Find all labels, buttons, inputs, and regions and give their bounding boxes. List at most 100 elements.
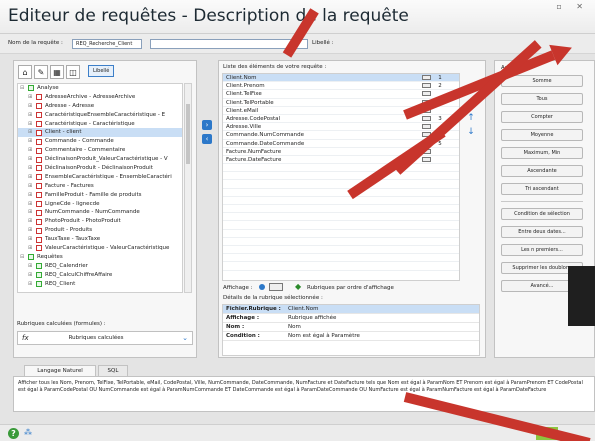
tree-item[interactable]: ⊞ Commentaire - Commentaire xyxy=(18,146,182,155)
element-name: Client.TelFixe xyxy=(226,91,262,98)
expand-icon[interactable]: ⊞ xyxy=(28,235,33,244)
tree-item-label: EnsembleCaractéristique - EnsembleCaract… xyxy=(45,173,172,180)
expand-icon[interactable]: ⊞ xyxy=(28,164,33,173)
display-checkbox-icon[interactable] xyxy=(419,123,433,130)
display-checkbox-icon[interactable] xyxy=(419,82,433,89)
tree-item[interactable]: ⊞ Client - client xyxy=(18,128,182,138)
action-button[interactable]: Compter xyxy=(501,111,583,123)
element-row[interactable]: Adresse.Ville xyxy=(223,123,459,132)
expand-icon[interactable]: ⊞ xyxy=(28,155,33,164)
add-item-button[interactable]: › xyxy=(202,120,212,130)
tab-sql[interactable]: SQL xyxy=(98,365,128,376)
expand-icon[interactable]: ⊞ xyxy=(28,93,33,102)
table-icon[interactable]: ✎ xyxy=(34,65,48,79)
tree-item[interactable]: ⊞ EnsembleCaractéristique - EnsembleCarac… xyxy=(18,173,182,182)
element-row[interactable]: Client.Nom 1 xyxy=(223,74,459,83)
window-controls[interactable]: ▫ ✕ xyxy=(556,2,589,11)
detail-value[interactable]: Nom est égal à Paramètre xyxy=(285,332,479,340)
expand-icon[interactable]: ⊞ xyxy=(28,146,33,155)
tree-item[interactable]: ⊞ LigneCde - lignecde xyxy=(18,200,182,209)
tree-item[interactable]: ⊞ DéclinaisonProduit_ValeurCaractéristiqu… xyxy=(18,155,182,164)
calc-dropdown[interactable]: fx Rubriques calculées ⌄ xyxy=(17,331,193,345)
tree-item[interactable]: ⊞ ValeurCaractéristique - ValeurCaractéri… xyxy=(18,244,182,253)
tree-item-label: FamilleProduit - Famille de produits xyxy=(45,191,142,198)
affichage-radio[interactable] xyxy=(259,284,265,290)
expand-icon[interactable]: ⊞ xyxy=(28,226,33,235)
table-icon xyxy=(36,147,42,154)
tree-item[interactable]: ⊞ AdresseArchive - AdresseArchive xyxy=(18,93,182,102)
tree-item[interactable]: ⊞ CaractéristiqueEnsembleCaractéristique … xyxy=(18,111,182,120)
tree-scrollbar[interactable] xyxy=(184,83,192,293)
display-order-icon[interactable] xyxy=(269,283,283,291)
tree-item[interactable]: ⊞ PhotoProduit - PhotoProduit xyxy=(18,217,182,226)
tree-item[interactable]: ⊞ REQ_Client xyxy=(18,280,182,289)
expand-icon[interactable]: ⊞ xyxy=(28,102,33,111)
tree-item[interactable]: ⊟ Analyse xyxy=(18,84,182,93)
move-up-icon[interactable]: ↑ xyxy=(466,113,476,123)
expand-icon[interactable]: ⊞ xyxy=(28,137,33,146)
tab-natural-language[interactable]: Langage Naturel xyxy=(24,365,96,376)
affichage-value[interactable]: Rubriques par ordre d'affichage xyxy=(307,285,394,291)
remove-item-button[interactable]: ‹ xyxy=(202,134,212,144)
action-button[interactable]: Condition de sélection xyxy=(501,208,583,220)
tree-item[interactable]: ⊞ Adresse - Adresse xyxy=(18,102,182,111)
display-checkbox-icon[interactable] xyxy=(419,74,433,81)
expand-icon[interactable]: ⊟ xyxy=(20,84,25,93)
expand-icon[interactable]: ⊞ xyxy=(28,244,33,253)
expand-icon[interactable]: ⊞ xyxy=(28,128,33,137)
element-row[interactable]: Client.Prenom 2 xyxy=(223,82,459,91)
expand-icon[interactable]: ⊞ xyxy=(28,120,33,129)
action-button[interactable]: Tous xyxy=(501,93,583,105)
detail-value[interactable]: Client.Nom xyxy=(285,305,479,313)
action-button[interactable]: Ascendante xyxy=(501,165,583,177)
tree-item[interactable]: ⊞ REQ_Calendrier xyxy=(18,262,182,271)
analysis-toolbar: ⌂ ✎ ▦ ◫ Libellé xyxy=(18,65,115,79)
tree-item[interactable]: ⊞ Facture - Factures xyxy=(18,182,182,191)
expand-icon[interactable]: ⊞ xyxy=(28,280,33,289)
action-button[interactable]: Maximum, Min xyxy=(501,147,583,159)
help-icon[interactable]: ? xyxy=(8,428,19,439)
tree-item-label: PhotoProduit - PhotoProduit xyxy=(45,218,121,225)
query-name-input[interactable]: REQ_Recherche_Client xyxy=(72,39,142,49)
table-icon xyxy=(36,121,42,127)
display-checkbox-icon[interactable] xyxy=(419,156,433,163)
expand-icon[interactable]: ⊞ xyxy=(28,208,33,217)
expand-icon[interactable]: ⊞ xyxy=(28,111,33,120)
tree-item[interactable]: ⊞ Produit - Produits xyxy=(18,226,182,235)
tree-item[interactable]: ⊞ Commande - Commande xyxy=(18,137,182,146)
tree-item[interactable]: ⊞ NumCommande - NumCommande xyxy=(18,208,182,217)
filter-icon[interactable]: ◫ xyxy=(66,65,80,79)
tree-item[interactable]: ⊞ REQ_CalculChiffreAffaire xyxy=(18,271,182,280)
detail-value[interactable]: Nom xyxy=(285,323,479,331)
tree-item[interactable]: ⊞ FamilleProduit - Famille de produits xyxy=(18,191,182,200)
element-row[interactable]: Facture.DateFacture xyxy=(223,156,459,165)
action-button[interactable]: Moyenne xyxy=(501,129,583,141)
expand-icon[interactable]: ⊞ xyxy=(28,262,33,271)
table-icon xyxy=(36,94,42,101)
expand-icon[interactable]: ⊞ xyxy=(28,271,33,280)
tree-item[interactable]: ⊞ Caractéristique - Caractéristique xyxy=(18,120,182,129)
table-icon xyxy=(36,174,42,181)
action-button[interactable]: Entre deux dates... xyxy=(501,226,583,238)
expand-icon[interactable]: ⊞ xyxy=(28,173,33,182)
expand-icon[interactable]: ⊞ xyxy=(28,217,33,226)
move-down-icon[interactable]: ↓ xyxy=(466,127,476,137)
element-name: Adresse.CodePostal xyxy=(226,115,281,122)
tree-item[interactable]: ⊞ DéclinaisonProduit - DéclinaisonProduit xyxy=(18,164,182,173)
label-toggle-button[interactable]: Libellé xyxy=(88,65,115,77)
expand-icon[interactable]: ⊞ xyxy=(28,191,33,200)
empty-row xyxy=(223,180,459,189)
tree-icon[interactable]: ⌂ xyxy=(18,65,32,79)
expand-icon[interactable]: ⊞ xyxy=(28,182,33,191)
network-icon[interactable]: ⁂ xyxy=(24,428,32,437)
expand-icon[interactable]: ⊞ xyxy=(28,200,33,209)
empty-row xyxy=(223,205,459,214)
expand-icon[interactable]: ⊟ xyxy=(20,253,25,262)
tree-item[interactable]: ⊞ TauxTaxe - TauxTaxe xyxy=(18,235,182,244)
action-button[interactable]: Tri ascendant xyxy=(501,183,583,195)
tree-item[interactable]: ⊟ Requêtes xyxy=(18,253,182,262)
detail-value[interactable]: Rubrique affichée xyxy=(285,314,479,322)
empty-row xyxy=(223,213,459,222)
action-button[interactable]: Les n premiers... xyxy=(501,244,583,256)
grid-icon[interactable]: ▦ xyxy=(50,65,64,79)
